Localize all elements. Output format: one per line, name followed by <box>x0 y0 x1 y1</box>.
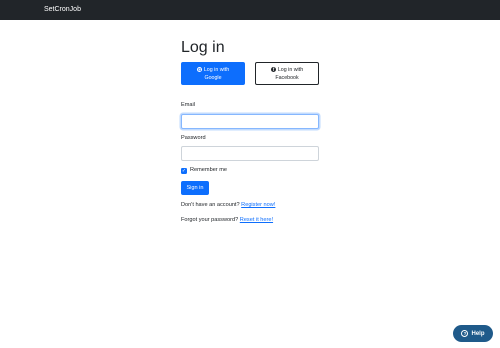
login-container: Log in G Log in with Google f Log in wit… <box>181 38 319 223</box>
google-button-line1: G Log in with <box>196 66 230 74</box>
brand-link[interactable]: SetCronJob <box>44 5 81 15</box>
email-label: Email <box>181 102 195 108</box>
password-label: Password <box>181 135 206 141</box>
remember-me-row: ✓ Remember me <box>181 167 227 174</box>
forgot-text: Forgot your password? <box>181 217 239 223</box>
sign-in-button[interactable]: Sign in <box>181 181 209 195</box>
remember-me-checkbox[interactable]: ✓ <box>181 167 187 174</box>
remember-me-label[interactable]: Remember me <box>190 167 227 174</box>
help-icon: ? <box>461 330 469 337</box>
facebook-button-line1: f Log in with <box>270 66 304 74</box>
social-login-row: G Log in with Google f Log in with Faceb… <box>181 62 319 85</box>
google-login-button[interactable]: G Log in with Google <box>181 62 245 85</box>
facebook-icon: f <box>270 66 277 73</box>
navbar: SetCronJob <box>0 0 500 20</box>
facebook-login-button[interactable]: f Log in with Facebook <box>255 62 319 85</box>
help-label: Help <box>471 330 485 337</box>
check-icon: ✓ <box>181 167 187 174</box>
help-button[interactable]: ? Help <box>453 325 493 342</box>
email-field[interactable] <box>181 114 319 129</box>
google-icon: G <box>196 66 203 73</box>
forgot-line: Forgot your password? Reset it here! <box>181 217 273 224</box>
register-link[interactable]: Register now! <box>241 202 275 208</box>
google-button-text1: Log in with <box>203 66 230 73</box>
password-field[interactable] <box>181 146 319 161</box>
facebook-button-text2: Facebook <box>275 74 299 81</box>
page-title: Log in <box>181 39 225 56</box>
reset-link[interactable]: Reset it here! <box>240 217 273 223</box>
google-button-text2: Google <box>204 74 222 81</box>
facebook-button-text1: Log in with <box>277 66 304 73</box>
no-account-text: Don't have an account? <box>181 202 240 208</box>
register-line: Don't have an account? Register now! <box>181 202 275 209</box>
